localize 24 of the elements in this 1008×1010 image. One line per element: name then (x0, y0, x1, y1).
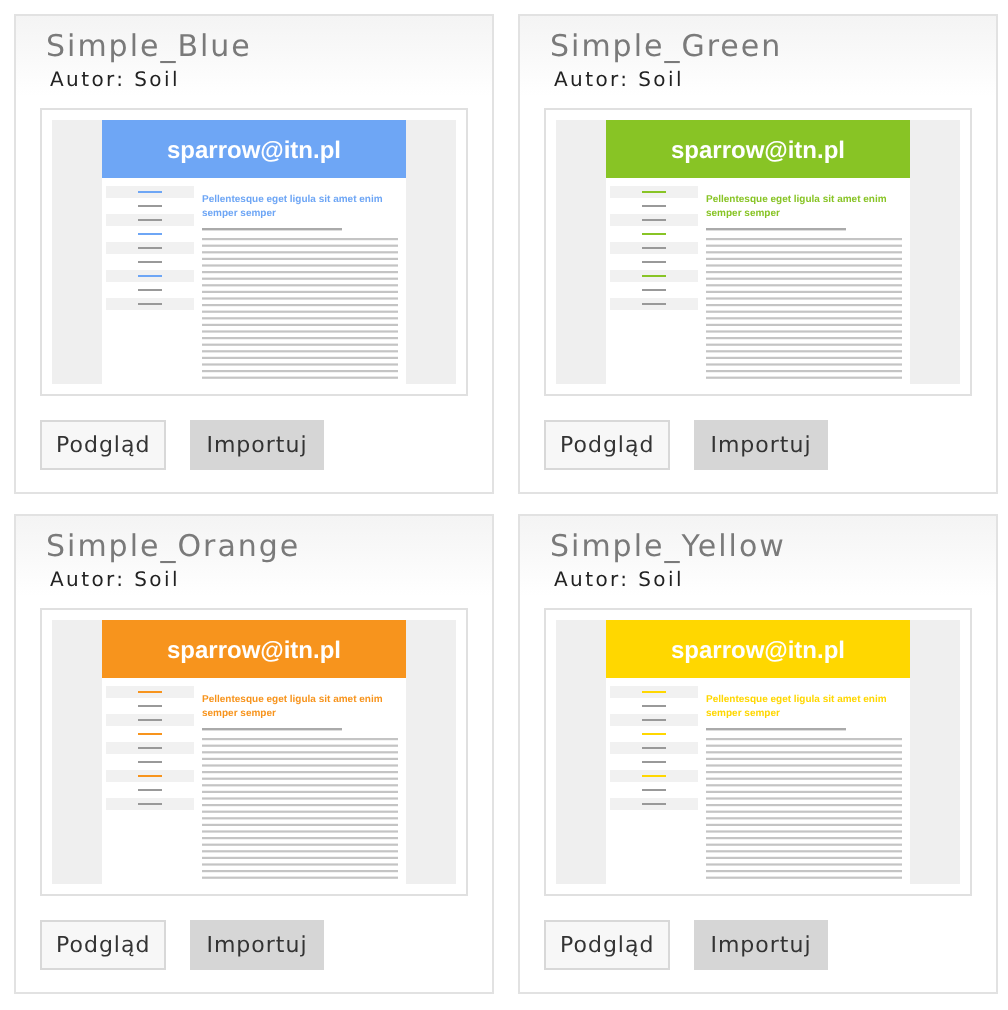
theme-name: Simple_Yellow (550, 528, 786, 564)
preview-button[interactable]: Podgląd (40, 420, 167, 470)
import-button[interactable]: Importuj (190, 920, 324, 970)
theme-author: Autor: Soil (554, 70, 684, 92)
import-button[interactable]: Importuj (694, 420, 828, 470)
preview-header: sparrow@itn.pl (606, 620, 910, 678)
import-button[interactable]: Importuj (694, 920, 828, 970)
sidebar-menu-drawing (106, 186, 194, 314)
sidebar-menu-drawing (610, 686, 698, 814)
theme-name: Simple_Orange (46, 528, 301, 564)
import-button[interactable]: Importuj (190, 420, 324, 470)
theme-author: Autor: Soil (50, 570, 180, 592)
sidebar-menu-drawing (610, 186, 698, 314)
preview-button[interactable]: Podgląd (544, 420, 671, 470)
sidebar-menu-drawing (106, 686, 194, 814)
preview-header: sparrow@itn.pl (102, 620, 406, 678)
theme-author: Autor: Soil (50, 70, 180, 92)
preview-header: sparrow@itn.pl (606, 120, 910, 178)
preview-header: sparrow@itn.pl (102, 120, 406, 178)
theme-name: Simple_Green (550, 28, 783, 64)
theme-author: Autor: Soil (554, 570, 684, 592)
preview-button[interactable]: Podgląd (40, 920, 167, 970)
theme-name: Simple_Blue (46, 28, 252, 64)
preview-button[interactable]: Podgląd (544, 920, 671, 970)
